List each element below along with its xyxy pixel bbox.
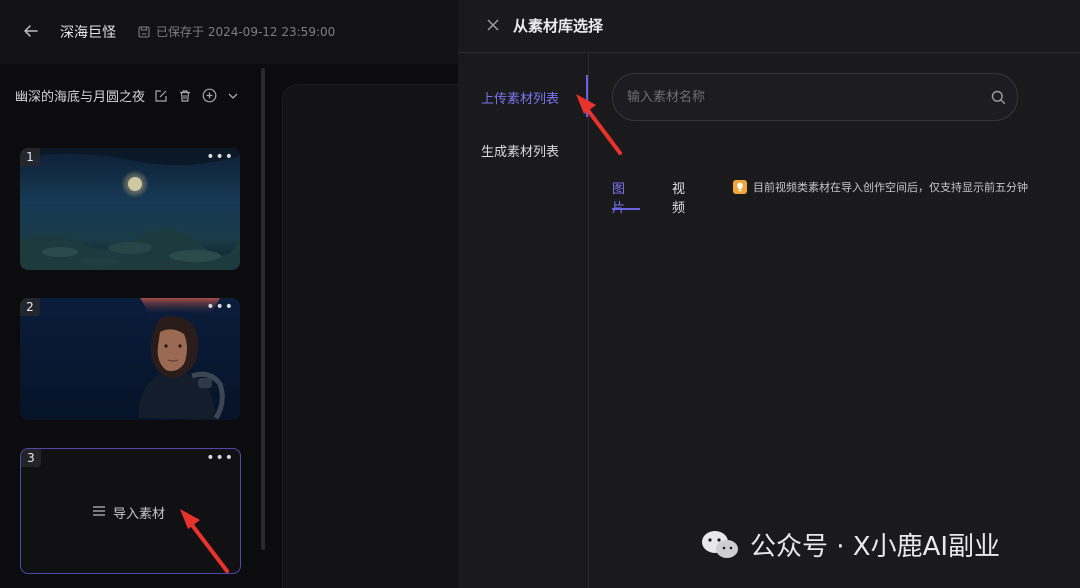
chevron-down-icon[interactable] [225, 88, 241, 104]
more-icon[interactable]: ••• [206, 149, 234, 165]
more-icon[interactable]: ••• [206, 299, 234, 315]
nav-upload-list[interactable]: 上传素材列表 [481, 88, 559, 107]
tab-videos[interactable]: 视频 [672, 178, 685, 216]
notice-text: 目前视频类素材在导入创作空间后，仅支持显示前五分钟 [753, 181, 1028, 194]
canvas-area [282, 84, 459, 588]
panel-title: 从素材库选择 [513, 17, 604, 35]
app-root: 深海巨怪 已保存于 2024-09-12 23:59:00 幽深的海底与月圆之夜 [0, 0, 1080, 588]
save-status-text: 已保存于 2024-09-12 23:59:00 [156, 25, 336, 39]
import-material-button[interactable]: 导入素材 [93, 503, 165, 522]
scene-card-1[interactable]: 1 ••• [20, 148, 240, 270]
nav-active-indicator [586, 75, 588, 117]
search-input[interactable] [625, 88, 989, 106]
list-icon [93, 505, 105, 520]
material-side-nav: 上传素材列表 生成素材列表 [458, 53, 589, 588]
search-box [612, 73, 1018, 121]
save-icon [138, 25, 150, 38]
project-title: 深海巨怪 [60, 25, 116, 41]
tab-images[interactable]: 图片 [612, 178, 625, 216]
more-icon[interactable]: ••• [206, 450, 234, 466]
editor-topbar: 深海巨怪 已保存于 2024-09-12 23:59:00 [0, 0, 458, 64]
watermark-text: 公众号 · X小鹿AI副业 [750, 532, 1001, 562]
import-material-label: 导入素材 [113, 507, 166, 522]
save-status: 已保存于 2024-09-12 23:59:00 [138, 23, 335, 40]
scene-card-2[interactable]: 2 ••• [20, 298, 240, 420]
trash-icon[interactable] [177, 88, 193, 104]
scene-number-1: 1 [20, 148, 40, 166]
scene-thumbnail-2 [20, 298, 240, 420]
nav-generated-list[interactable]: 生成素材列表 [481, 141, 559, 160]
scene-card-3[interactable]: 3 ••• 导入素材 [20, 448, 241, 574]
add-circle-icon[interactable] [201, 88, 217, 104]
material-library-panel: 从素材库选择 上传素材列表 生成素材列表 图片 视频 目前视频类素材在导入创作空… [458, 0, 1080, 588]
scene-number-2: 2 [20, 298, 40, 316]
close-icon[interactable] [482, 14, 504, 36]
panel-header: 从素材库选择 [458, 0, 1080, 53]
scene-thumbnail-1 [20, 148, 240, 270]
video-notice: 目前视频类素材在导入创作空间后，仅支持显示前五分钟 [733, 179, 1028, 195]
tab-active-underline [612, 208, 640, 210]
back-arrow-icon[interactable] [20, 20, 42, 42]
scene-number-3: 3 [21, 449, 41, 467]
search-icon[interactable] [989, 88, 1007, 106]
watermark: 公众号 · X小鹿AI副业 [700, 526, 1000, 563]
lightbulb-icon [733, 180, 747, 194]
scene-header: 幽深的海底与月圆之夜 [15, 86, 241, 105]
editor-area: 深海巨怪 已保存于 2024-09-12 23:59:00 幽深的海底与月圆之夜 [0, 0, 459, 588]
scene-title: 幽深的海底与月圆之夜 [15, 90, 146, 105]
wechat-icon [702, 530, 738, 558]
edit-icon[interactable] [153, 88, 169, 104]
scene-list-scrollbar[interactable] [261, 68, 265, 550]
